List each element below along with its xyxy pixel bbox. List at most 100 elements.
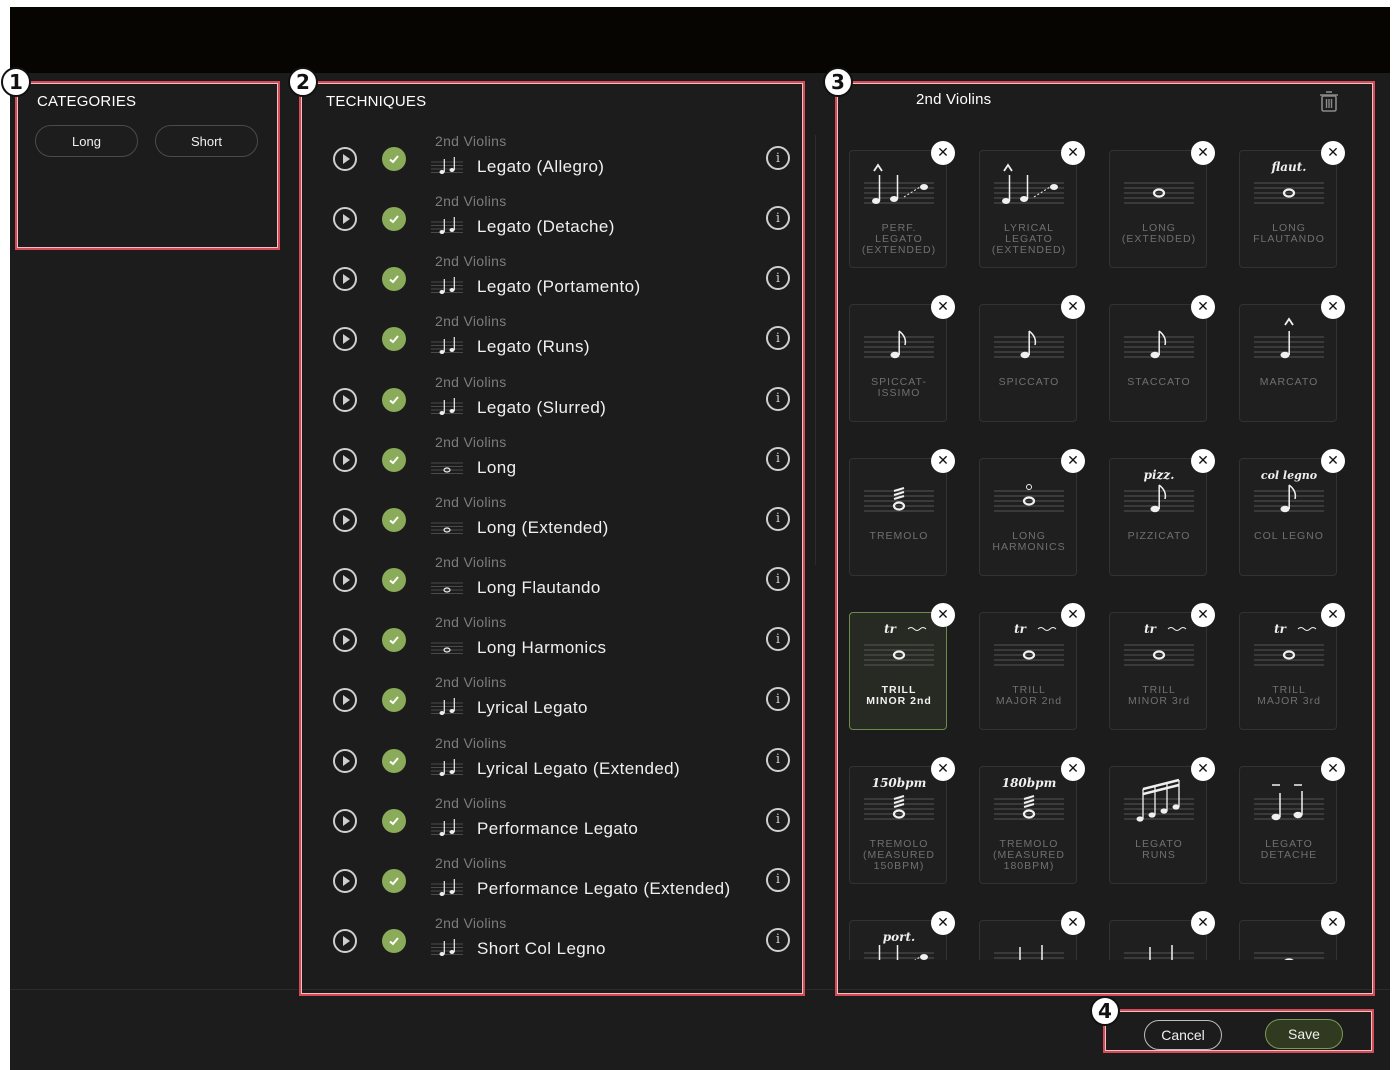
technique-row[interactable]: 2nd Violins Legato (Allegro) i [302,127,802,187]
technique-row[interactable]: 2nd Violins Long (Extended) i [302,488,802,548]
check-icon[interactable] [382,207,406,232]
close-icon[interactable]: ✕ [1321,911,1345,935]
technique-row[interactable]: 2nd Violins Lyrical Legato (Extended) i [302,729,802,789]
info-icon[interactable]: i [766,807,790,832]
close-icon[interactable]: ✕ [1061,295,1085,319]
play-icon[interactable] [333,748,357,773]
technique-scrollbar[interactable] [806,135,816,565]
close-icon[interactable]: ✕ [1061,911,1085,935]
technique-row[interactable]: 2nd Violins Performance Legato (Extended)… [302,849,802,909]
info-icon[interactable]: i [766,687,790,712]
play-icon[interactable] [333,507,357,532]
info-icon[interactable]: i [766,747,790,772]
technique-card[interactable]: LONG HARMONICS [979,458,1077,576]
play-icon[interactable] [333,207,357,232]
close-icon[interactable]: ✕ [1061,449,1085,473]
play-icon[interactable] [333,147,357,171]
technique-card[interactable]: LYRICAL LEGATO (EXTENDED) [979,150,1077,268]
play-icon[interactable] [333,688,357,713]
technique-row[interactable]: 2nd Violins Legato (Slurred) i [302,368,802,428]
close-icon[interactable]: ✕ [1191,911,1215,935]
play-icon[interactable] [333,808,357,833]
technique-card[interactable]: LEGATO DETACHE [1239,766,1337,884]
info-icon[interactable]: i [766,146,790,170]
close-icon[interactable]: ✕ [1321,757,1345,781]
info-icon[interactable]: i [766,627,790,652]
check-icon[interactable] [382,808,406,833]
category-long[interactable]: Long [35,125,138,157]
technique-row[interactable]: 2nd Violins Long Flautando i [302,548,802,608]
technique-row[interactable]: 2nd Violins Legato (Detache) i [302,187,802,247]
play-icon[interactable] [333,628,357,653]
technique-card[interactable]: pizz. PIZZICATO [1109,458,1207,576]
info-icon[interactable]: i [766,326,790,351]
check-icon[interactable] [382,928,406,953]
close-icon[interactable]: ✕ [931,911,955,935]
technique-card[interactable]: SPICCAT- ISSIMO [849,304,947,422]
check-icon[interactable] [382,267,406,292]
close-icon[interactable]: ✕ [931,757,955,781]
close-icon[interactable]: ✕ [931,603,955,627]
close-icon[interactable]: ✕ [1061,141,1085,165]
technique-card[interactable]: 180bpm TREMOLO (MEASURED 180BPM) [979,766,1077,884]
trash-icon[interactable] [1318,90,1340,112]
technique-row[interactable]: 2nd Violins Performance Legato i [302,789,802,849]
play-icon[interactable] [333,868,357,893]
close-icon[interactable]: ✕ [1321,141,1345,165]
info-icon[interactable]: i [766,506,790,531]
close-icon[interactable]: ✕ [1321,295,1345,319]
technique-row[interactable]: 2nd Violins Short Col Legno i [302,909,802,969]
close-icon[interactable]: ✕ [931,141,955,165]
info-icon[interactable]: i [766,867,790,892]
technique-card[interactable]: 150bpm TREMOLO (MEASURED 150BPM) [849,766,947,884]
close-icon[interactable]: ✕ [931,449,955,473]
technique-card[interactable]: MARCATO [1239,304,1337,422]
close-icon[interactable]: ✕ [1191,141,1215,165]
close-icon[interactable]: ✕ [1191,603,1215,627]
close-icon[interactable]: ✕ [1061,757,1085,781]
play-icon[interactable] [333,387,357,412]
play-icon[interactable] [333,568,357,593]
check-icon[interactable] [382,447,406,472]
technique-card[interactable]: tr TRILL MINOR 3rd [1109,612,1207,730]
technique-card[interactable]: tr TRILL MAJOR 3rd [1239,612,1337,730]
info-icon[interactable]: i [766,206,790,231]
technique-row[interactable]: 2nd Violins Lyrical Legato i [302,668,802,728]
play-icon[interactable] [333,267,357,292]
close-icon[interactable]: ✕ [1191,757,1215,781]
close-icon[interactable]: ✕ [1191,295,1215,319]
check-icon[interactable] [382,387,406,412]
technique-card[interactable]: LEGATO RUNS [1109,766,1207,884]
check-icon[interactable] [382,568,406,593]
close-icon[interactable]: ✕ [1191,449,1215,473]
info-icon[interactable]: i [766,446,790,471]
technique-card[interactable]: tr TRILL MAJOR 2nd [979,612,1077,730]
technique-card[interactable]: TREMOLO [849,458,947,576]
close-icon[interactable]: ✕ [1321,603,1345,627]
info-icon[interactable]: i [766,927,790,952]
category-short[interactable]: Short [155,125,258,157]
technique-card[interactable]: LONG (EXTENDED) [1109,150,1207,268]
check-icon[interactable] [382,688,406,713]
check-icon[interactable] [382,748,406,773]
check-icon[interactable] [382,327,406,352]
technique-row[interactable]: 2nd Violins Long Harmonics i [302,608,802,668]
check-icon[interactable] [382,507,406,532]
play-icon[interactable] [333,447,357,472]
technique-row[interactable]: 2nd Violins Long i [302,428,802,488]
close-icon[interactable]: ✕ [1321,449,1345,473]
technique-card[interactable]: STACCATO [1109,304,1207,422]
technique-card[interactable]: SPICCATO [979,304,1077,422]
technique-card[interactable]: PERF. LEGATO (EXTENDED) [849,150,947,268]
play-icon[interactable] [333,928,357,953]
technique-card[interactable]: col legno COL LEGNO [1239,458,1337,576]
close-icon[interactable]: ✕ [931,295,955,319]
technique-card[interactable]: flaut. LONG FLAUTANDO [1239,150,1337,268]
technique-row[interactable]: 2nd Violins Legato (Runs) i [302,307,802,367]
save-button[interactable]: Save [1265,1019,1343,1049]
info-icon[interactable]: i [766,386,790,411]
info-icon[interactable]: i [766,567,790,592]
check-icon[interactable] [382,868,406,893]
technique-row[interactable]: 2nd Violins Legato (Portamento) i [302,247,802,307]
check-icon[interactable] [382,628,406,653]
